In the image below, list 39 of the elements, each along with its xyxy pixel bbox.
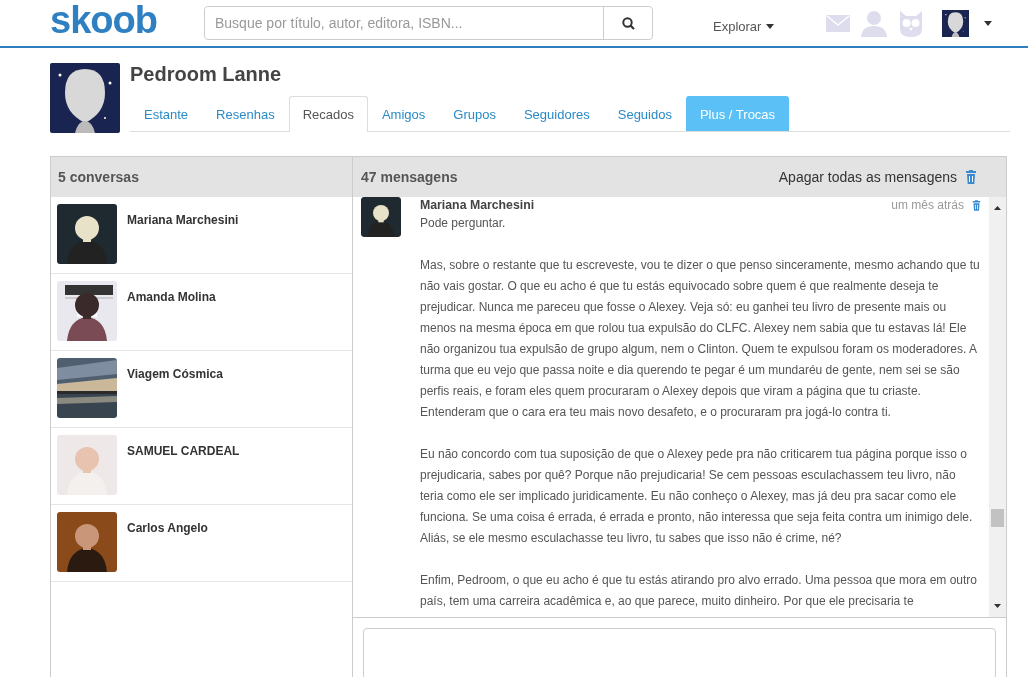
search-icon — [621, 16, 635, 30]
caret-icon — [766, 23, 775, 29]
delete-all-link[interactable]: Apagar todas as mensagens — [778, 169, 957, 185]
logo[interactable]: skoob — [50, 1, 204, 39]
reply-field[interactable] — [363, 628, 996, 677]
caret-icon[interactable] — [984, 20, 993, 26]
explore-menu[interactable]: Explorar — [713, 18, 762, 34]
contact-name: SAMUEL CARDEAL — [127, 444, 240, 460]
search-button[interactable] — [603, 7, 652, 39]
conversations-title: 5 conversas — [58, 169, 139, 185]
sender-name[interactable]: Mariana Marchesini — [420, 198, 892, 212]
conversation-item[interactable]: SAMUEL CARDEAL — [51, 428, 352, 505]
conversation-item[interactable]: Viagem Cósmica — [51, 351, 352, 428]
trash-icon[interactable] — [972, 199, 981, 211]
profile-name: Pedroom Lanne — [130, 63, 283, 85]
profile-tab[interactable]: Seguidos — [603, 96, 686, 131]
profile-tab[interactable]: Seguidores — [509, 96, 604, 131]
message-text: Enfim, Pedroom, o que eu acho é que tu estás atirando pro alvo errado. Uma pessoa que mora em outro país, tem uma carreira acadêmica e, ao que parece, muito dinheiro. Por que ele precisaria te — [420, 572, 978, 610]
contact-name: Viagem Cósmica — [127, 367, 223, 383]
profile-tab[interactable]: Estante — [130, 96, 203, 131]
message-text: Pode perguntar. — [420, 215, 507, 232]
scrollbar[interactable] — [989, 197, 1006, 617]
conversation-item[interactable]: Mariana Marchesini — [51, 197, 352, 274]
trash-icon[interactable] — [965, 170, 977, 184]
contact-name: Amanda Molina — [127, 290, 216, 306]
conversation-item[interactable]: Carlos Angelo — [51, 505, 352, 582]
message-text: Mas, sobre o restante que tu escreveste, vou te dizer o que penso sinceramente, mesmo achando que tu não vais gostar. O que eu acho é que tu estás equivocado sobre quem é que realmente deseja te prejudicar. Nunca me pareceu que fosse o Alexey. Veja só: eu ganhei teu livro de presente mais ou menos na mesma época em que rolou tua expulsão do CLFC. Alexey nem sabia que tu estavas lá! Ele não organizou tua expulsão de grupo algum, nem o Clinton. Quem te expulsou foram os moderadores. A turma que eu vejo que passa noite e dia querendo te pegar é um mundaréu de gente, nem sei se são perfis reais, e foram eles quem procuraram o Alexey depois que viram a página que tu criaste. Entenderam que o cara era teu mais novo desafeto, e o procuraram pra jogá-lo contra ti. — [420, 257, 981, 421]
profile-tab[interactable]: Recados — [288, 96, 368, 132]
avatar-button[interactable] — [942, 9, 970, 37]
message-text: Eu não concordo com tua suposição de que o Alexey pede pra não criticarem tua página porque isso o prejudicaria, sabes por quê? Porque não prejudicaria! Se cem pessoas esculachassem teu livro, não teria como ele ser implicado juridicamente. Eu não conheço o Alexey, mas já deu pra sacar como ele funciona. Se uma coisa é errada, é errada e pronto, não interessa que seja feita contra um inimigo dele. Aliás, se ele mesmo esculachasse teu livro, tu sabes que isso não é crime, né? — [420, 446, 974, 547]
profile-tab[interactable]: Amigos — [367, 96, 440, 131]
search-field[interactable]: Busque por título, autor, editora, ISBN... — [204, 6, 653, 40]
profile-tab[interactable]: Grupos — [439, 96, 510, 131]
contact-name: Mariana Marchesini — [127, 213, 239, 229]
conversation-item[interactable]: Amanda Molina — [51, 274, 352, 351]
messages-title: 47 mensagens — [361, 169, 459, 185]
contact-name: Carlos Angelo — [127, 521, 208, 537]
profile-tab[interactable]: Resenhas — [202, 96, 289, 131]
message-time: um mês atrás — [891, 198, 964, 212]
